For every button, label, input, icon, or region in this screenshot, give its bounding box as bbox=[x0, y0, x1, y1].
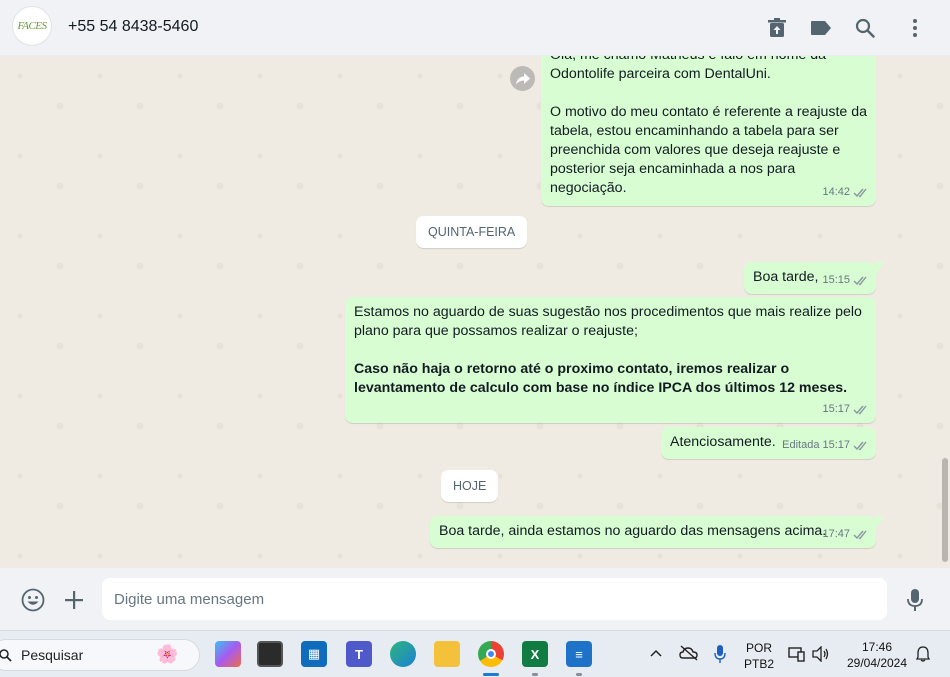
double-check-icon bbox=[853, 441, 867, 451]
message-text-bold: levantamento de calculo com base no índi… bbox=[354, 380, 848, 396]
double-check-icon bbox=[853, 405, 867, 415]
message-meta: 17:47 bbox=[822, 525, 869, 544]
message-time: 15:17 bbox=[822, 439, 850, 451]
task-view-icon[interactable] bbox=[257, 641, 283, 667]
message-bubble[interactable]: Olá, me chamo Matheus e falo em nome da … bbox=[541, 56, 876, 206]
double-check-icon bbox=[853, 276, 867, 286]
chrome-active-indicator bbox=[483, 673, 499, 676]
contact-avatar[interactable]: FACES bbox=[12, 6, 52, 46]
message-text: Odontolife parceira com DentalUni. bbox=[550, 66, 771, 82]
message-composer bbox=[0, 568, 950, 630]
chrome-icon[interactable] bbox=[478, 641, 504, 667]
message-bubble[interactable]: Atenciosamente. Editada 15:17 bbox=[661, 427, 876, 459]
excel-running-indicator bbox=[532, 673, 538, 676]
message-time: 15:15 bbox=[822, 274, 850, 286]
avatar-logo-text: FACES bbox=[17, 20, 47, 32]
copilot-icon[interactable] bbox=[215, 641, 241, 667]
delete-icon[interactable] bbox=[765, 16, 789, 40]
taskbar-search[interactable]: Pesquisar 🌸 bbox=[0, 639, 200, 671]
emoji-icon[interactable] bbox=[20, 587, 46, 613]
conversation-panel[interactable]: Olá, me chamo Matheus e falo em nome da … bbox=[0, 56, 950, 568]
contact-name[interactable]: +55 54 8438-5460 bbox=[68, 18, 198, 36]
language-code: POR bbox=[745, 641, 772, 655]
message-meta: Editada 15:17 bbox=[782, 436, 869, 455]
keyboard-layout: PTB2 bbox=[743, 657, 774, 671]
edited-label: Editada bbox=[782, 439, 820, 451]
bubble-tail bbox=[876, 516, 884, 529]
double-check-icon bbox=[853, 530, 867, 540]
flowers-widget-icon: 🌸 bbox=[156, 644, 179, 664]
excel-icon[interactable]: X bbox=[522, 641, 548, 667]
message-meta: 15:15 bbox=[822, 271, 869, 290]
edge-icon[interactable] bbox=[390, 641, 416, 667]
message-text: Estamos no aguardo de suas sugestão nos … bbox=[354, 304, 862, 320]
message-meta: 14:42 bbox=[822, 183, 869, 202]
menu-icon[interactable] bbox=[903, 16, 927, 40]
message-bubble[interactable]: Estamos no aguardo de suas sugestão nos … bbox=[345, 297, 876, 423]
system-clock[interactable]: 17:46 29/04/2024 bbox=[840, 640, 914, 670]
chevron-up-icon[interactable] bbox=[650, 649, 662, 657]
teams-icon[interactable]: T bbox=[346, 641, 372, 667]
input-language[interactable]: POR PTB2 bbox=[742, 641, 776, 671]
notepad-running-indicator bbox=[576, 673, 582, 676]
clock-date: 29/04/2024 bbox=[846, 656, 908, 670]
message-text: plano para que possamos realizar o reaju… bbox=[354, 323, 638, 339]
message-time: 14:42 bbox=[822, 186, 850, 198]
message-time: 17:47 bbox=[822, 528, 850, 540]
microphone-icon[interactable] bbox=[902, 587, 928, 613]
file-explorer-icon[interactable] bbox=[434, 641, 460, 667]
attach-plus-icon[interactable] bbox=[61, 587, 87, 613]
bubble-tail bbox=[876, 262, 884, 275]
message-bubble[interactable]: Boa tarde, ainda estamos no aguardo das … bbox=[430, 516, 884, 548]
message-text-bold: Caso não haja o retorno até o proximo co… bbox=[354, 361, 790, 377]
message-text: preenchida com valores que deseja reajus… bbox=[550, 142, 841, 158]
date-divider: HOJE bbox=[441, 470, 499, 502]
search-icon[interactable] bbox=[853, 16, 877, 40]
clock-time: 17:46 bbox=[861, 640, 893, 654]
message-time: 15:17 bbox=[822, 403, 850, 415]
message-text: tabela, estou encaminhando a tabela para… bbox=[550, 123, 839, 139]
microsoft-store-icon[interactable]: ▦ bbox=[301, 641, 327, 667]
microphone-tray-icon[interactable] bbox=[714, 644, 726, 664]
message-text: Boa tarde, ainda estamos no aguardo das … bbox=[439, 523, 827, 539]
message-meta: 15:17 bbox=[822, 400, 869, 419]
search-icon bbox=[0, 649, 12, 662]
message-bubble[interactable]: Boa tarde, 15:15 bbox=[744, 262, 884, 294]
message-text: Olá, me chamo Matheus e falo em nome da bbox=[550, 56, 869, 65]
network-icon[interactable] bbox=[788, 646, 806, 662]
date-divider: QUINTA-FEIRA bbox=[416, 216, 528, 248]
volume-icon[interactable] bbox=[812, 646, 830, 662]
message-input[interactable] bbox=[102, 578, 887, 620]
windows-taskbar: Pesquisar 🌸 ▦ T X ≡ POR PTB2 17:46 29/04… bbox=[0, 630, 950, 677]
message-text: O motivo do meu contato é referente a re… bbox=[550, 104, 868, 120]
forward-icon[interactable] bbox=[510, 66, 535, 91]
taskbar-search-text: Pesquisar bbox=[21, 647, 84, 663]
double-check-icon bbox=[853, 188, 867, 198]
notepad-icon[interactable]: ≡ bbox=[566, 641, 592, 667]
onedrive-offline-icon[interactable] bbox=[679, 645, 699, 661]
notification-bell-icon[interactable] bbox=[916, 646, 930, 662]
chat-scrollbar[interactable] bbox=[942, 458, 948, 562]
message-text: posterior seja encaminhada a nos para ne… bbox=[550, 161, 796, 196]
label-icon[interactable] bbox=[809, 16, 833, 40]
chat-header: FACES +55 54 8438-5460 bbox=[0, 0, 950, 56]
